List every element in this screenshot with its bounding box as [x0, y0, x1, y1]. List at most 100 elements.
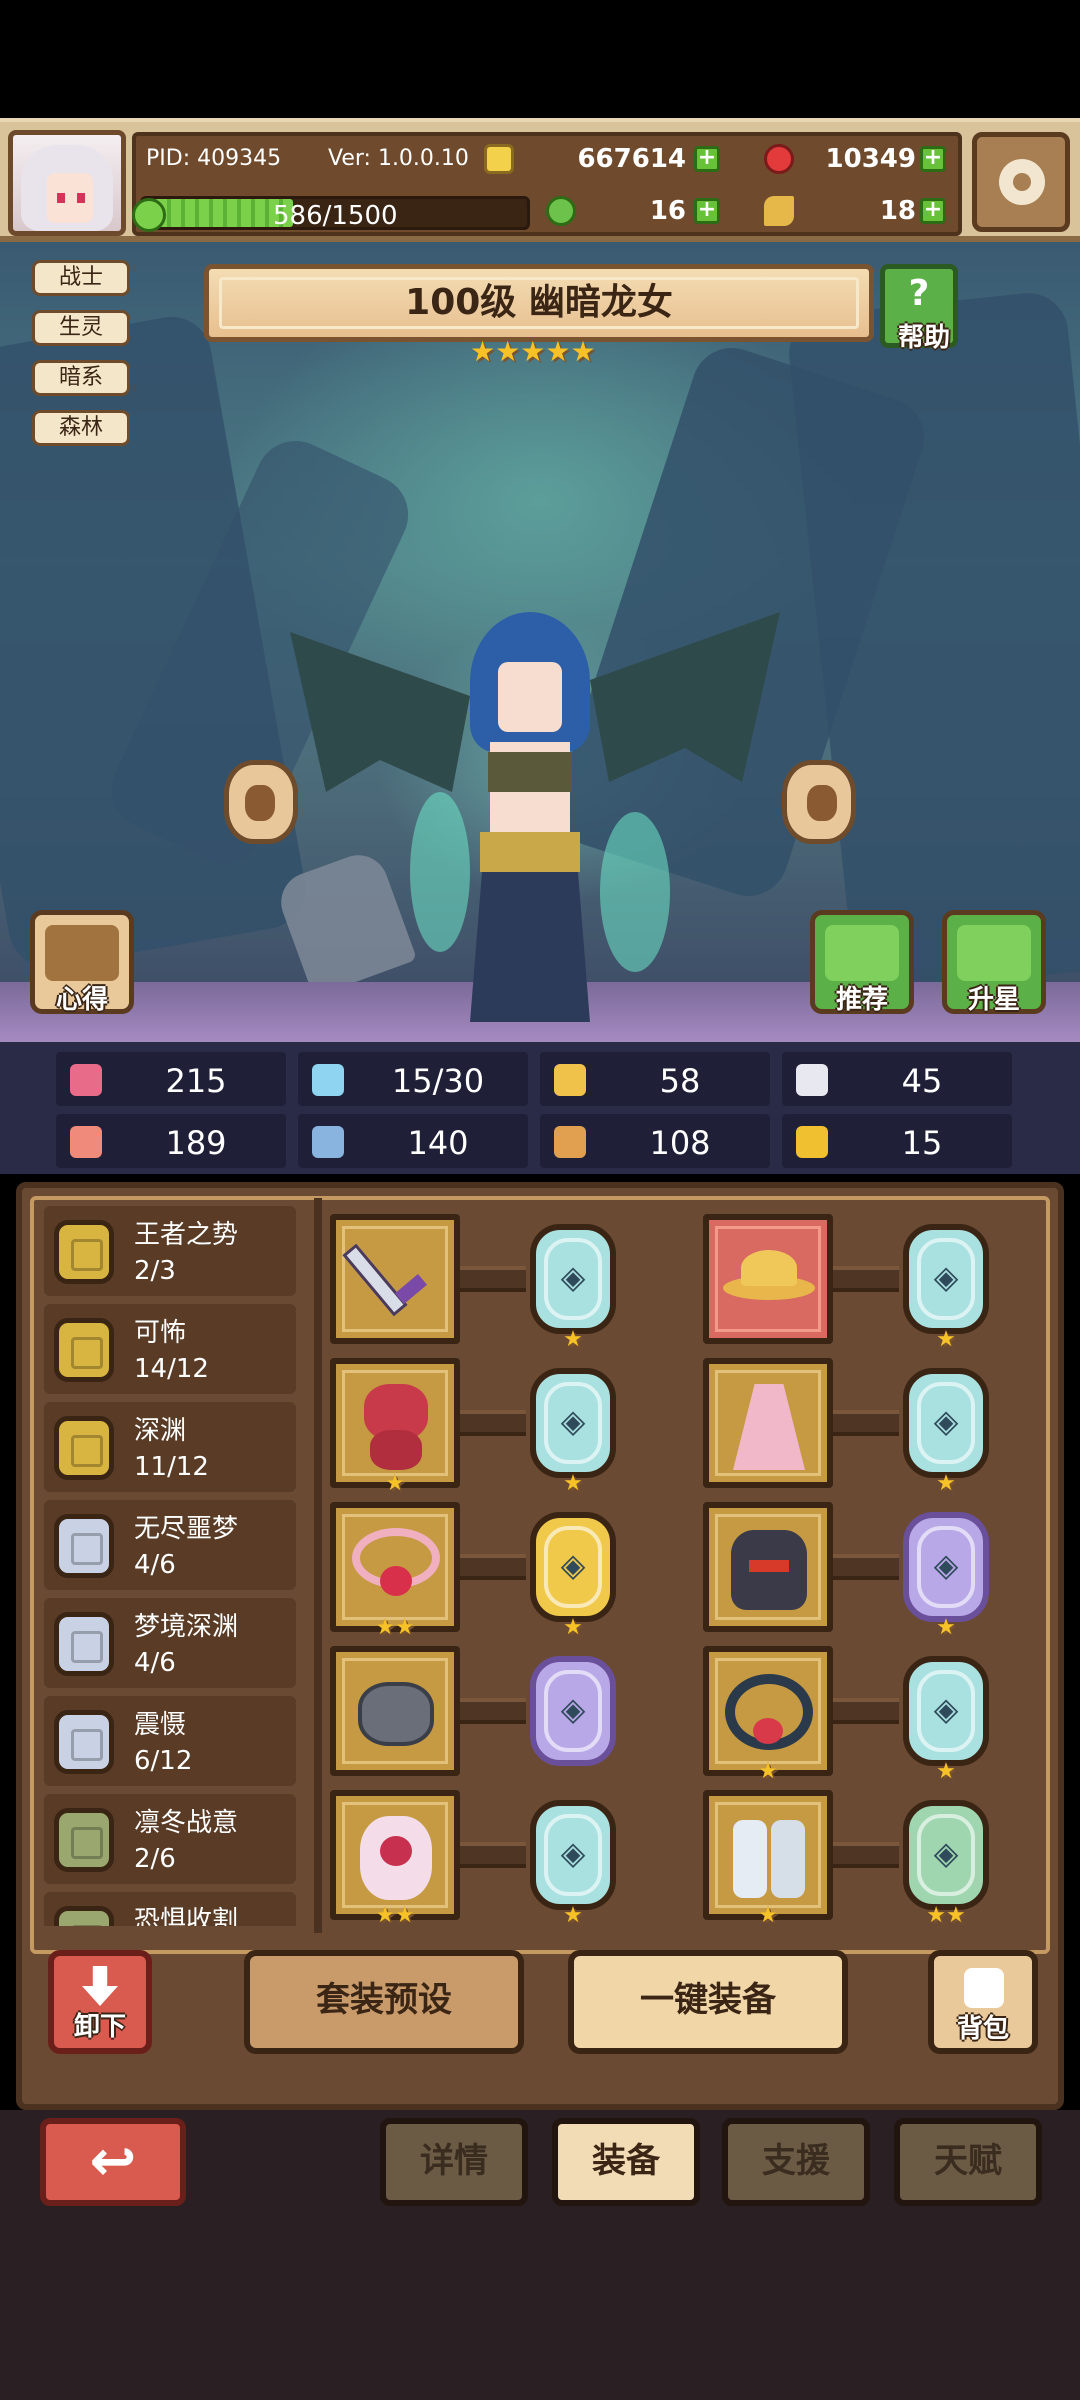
unequip-button[interactable]: 卸下: [48, 1950, 152, 2054]
stat-magic: 140: [298, 1114, 528, 1168]
star-icon: ★: [375, 1615, 395, 1640]
equipment-slot-pink-dress[interactable]: [703, 1358, 833, 1488]
set-progress: 2/6: [134, 1844, 176, 1874]
next-hero-button[interactable]: [782, 760, 856, 844]
star-icon: ★: [758, 1903, 778, 1928]
stat-defense: 58: [540, 1052, 770, 1106]
add-scroll-button[interactable]: +: [920, 198, 946, 224]
set-name: 王者之势: [134, 1220, 239, 1250]
equipment-slot-heart-necklace[interactable]: [330, 1502, 460, 1632]
rune-gem-slot[interactable]: ◈: [530, 1512, 616, 1622]
set-medal-icon: [54, 1220, 114, 1284]
rune-gem-slot[interactable]: ◈: [903, 1512, 989, 1622]
star-icon: ★: [758, 1759, 778, 1784]
gold-coin-icon: [484, 144, 514, 174]
set-bonus-item[interactable]: 凛冬战意 2/6: [44, 1794, 296, 1884]
clover-amount: 16: [649, 196, 686, 226]
item-star-rating: ★: [703, 1902, 833, 1930]
rune-gem-slot[interactable]: ◈: [903, 1800, 989, 1910]
prev-hero-button[interactable]: [224, 760, 298, 844]
star-icon: ★: [395, 1615, 415, 1640]
equipment-slot-sword[interactable]: [330, 1214, 460, 1344]
star-icon: ★: [936, 1327, 956, 1352]
star-up-button[interactable]: 升星: [942, 910, 1046, 1015]
horseshoe-icon: [796, 1126, 828, 1158]
back-button[interactable]: ↩: [40, 2118, 186, 2206]
tab-support[interactable]: 支援: [722, 2118, 870, 2206]
set-progress: 4/6: [134, 1648, 176, 1678]
equipment-slot-demon-helm[interactable]: [703, 1502, 833, 1632]
chevron-right-icon: [807, 785, 837, 821]
hero-stats-panel: 215 15/30 58 45 189 140 108 15: [0, 1042, 1080, 1174]
add-gems-button[interactable]: +: [920, 146, 946, 172]
rune-gem-slot[interactable]: ◈: [903, 1368, 989, 1478]
help-button[interactable]: ? 帮助: [880, 264, 958, 353]
equipment-slot-teddy-bear[interactable]: [330, 1358, 460, 1488]
rune-gem-slot[interactable]: ◈: [530, 1224, 616, 1334]
rune-gem-slot[interactable]: ◈: [530, 1368, 616, 1478]
set-bonus-item[interactable]: 恐惧收割: [44, 1892, 296, 1926]
set-preset-button[interactable]: 套装预设: [244, 1950, 524, 2054]
star-icon: ★: [563, 1327, 583, 1352]
version-text: Ver: 1.0.0.10: [328, 146, 469, 171]
straw-hat-icon: [709, 1220, 827, 1338]
exp-bar: 586/1500: [140, 196, 530, 231]
equipment-slot-heart-amulet[interactable]: [330, 1790, 460, 1920]
rune-gem-slot[interactable]: ◈: [530, 1656, 616, 1766]
set-bonus-item[interactable]: 无尽噩梦 4/6: [44, 1500, 296, 1590]
element-tag-dark[interactable]: 暗系: [32, 360, 130, 396]
set-bonus-list[interactable]: 王者之势 2/3 可怖 14/12 深渊 11/12 无尽噩梦 4/6 梦境深渊 4/6 震慑 6/1…: [44, 1206, 314, 1926]
set-name: 深渊: [134, 1416, 187, 1446]
set-bonus-item[interactable]: 王者之势 2/3: [44, 1206, 296, 1296]
tab-equipment[interactable]: 装备: [552, 2118, 700, 2206]
stat-mana: 15/30: [298, 1052, 528, 1106]
equipment-slot-straw-hat[interactable]: [703, 1214, 833, 1344]
tab-talent[interactable]: 天赋: [894, 2118, 1042, 2206]
fist-icon: [70, 1126, 102, 1158]
gem-star-rating: ★: [903, 1614, 989, 1642]
equipment-slot-stone[interactable]: [330, 1646, 460, 1776]
tab-details[interactable]: 详情: [380, 2118, 528, 2206]
set-medal-icon: [54, 1808, 114, 1872]
add-clover-button[interactable]: +: [694, 198, 720, 224]
add-gold-button[interactable]: +: [694, 146, 720, 172]
set-bonus-item[interactable]: 可怖 14/12: [44, 1304, 296, 1394]
gold-amount: 667614: [577, 144, 686, 174]
star-icon: ★: [385, 1471, 405, 1496]
gem-star-rating: ★: [530, 1902, 616, 1930]
set-bonus-item[interactable]: 深渊 11/12: [44, 1402, 296, 1492]
star-up-label: 升星: [967, 985, 1020, 1015]
stat-attack: 189: [56, 1114, 286, 1168]
set-bonus-item[interactable]: 震慑 6/12: [44, 1696, 296, 1786]
class-tag-warrior[interactable]: 战士: [32, 260, 130, 296]
rune-gem-slot[interactable]: ◈: [903, 1224, 989, 1334]
gem-amount: 10349: [825, 144, 916, 174]
equipment-slot-boots[interactable]: [703, 1790, 833, 1920]
star-badge-icon: [957, 925, 1031, 981]
backpack-icon: [964, 1968, 1004, 2008]
return-arrow-icon: ↩: [89, 2129, 137, 2194]
rune-gem-slot[interactable]: ◈: [530, 1800, 616, 1910]
settings-button[interactable]: [972, 132, 1070, 232]
recommend-button[interactable]: 推荐: [810, 910, 914, 1015]
star-icon: ★: [936, 1759, 956, 1784]
star-icon: ★: [563, 1903, 583, 1928]
rune-glyph-icon: ◈: [933, 1690, 959, 1728]
rune-gem-slot[interactable]: ◈: [903, 1656, 989, 1766]
stone-icon: [336, 1652, 454, 1770]
region-tag-forest[interactable]: 森林: [32, 410, 130, 446]
notes-button[interactable]: 心得: [30, 910, 134, 1015]
set-progress: 6/12: [134, 1746, 193, 1776]
hero-name-banner: 100级 幽暗龙女: [204, 264, 874, 342]
player-avatar[interactable]: [8, 130, 126, 236]
equipment-slot-rose-ring[interactable]: [703, 1646, 833, 1776]
star-icon: ★: [926, 1903, 946, 1928]
top-resource-bar: PID: 409345 Ver: 1.0.0.10 667614 + 10349…: [0, 118, 1080, 242]
stat-luck: 15: [782, 1114, 1012, 1168]
set-bonus-item[interactable]: 梦境深渊 4/6: [44, 1598, 296, 1688]
backpack-button[interactable]: 背包: [928, 1950, 1038, 2054]
set-name: 恐惧收割: [134, 1906, 239, 1926]
auto-equip-button[interactable]: 一键装备: [568, 1950, 848, 2054]
set-progress: 4/6: [134, 1550, 176, 1580]
race-tag-living[interactable]: 生灵: [32, 310, 130, 346]
